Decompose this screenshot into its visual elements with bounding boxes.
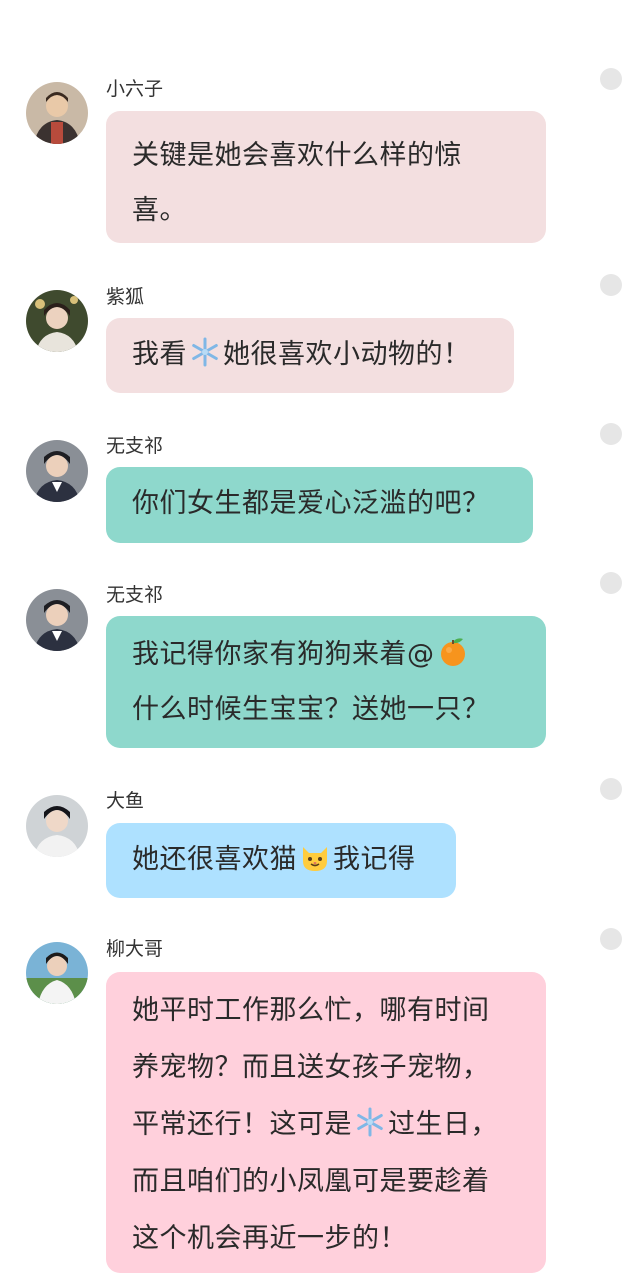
message-bubble[interactable]: 我记得你家有狗狗来着@ 什么时候生宝宝？送她一只？ <box>106 616 546 748</box>
more-options-dot[interactable] <box>600 68 622 90</box>
message-text: 平常还行！这可是 <box>132 1109 352 1140</box>
sender-name: 大鱼 <box>106 790 145 812</box>
more-options-dot[interactable] <box>600 274 622 296</box>
avatar[interactable] <box>26 440 88 502</box>
message-text: 我记得你家有狗狗来着@ <box>132 639 435 670</box>
sender-name: 无支祁 <box>106 435 164 457</box>
message-text: 你们女生都是爱心泛滥的吧？ <box>132 488 490 519</box>
avatar[interactable] <box>26 589 88 651</box>
avatar[interactable] <box>26 795 88 857</box>
avatar[interactable] <box>26 942 88 1004</box>
message-text: 她很喜欢小动物的！ <box>223 339 471 370</box>
snowflake-icon <box>354 1106 386 1138</box>
sender-name: 柳大哥 <box>106 938 164 960</box>
message-bubble[interactable]: 关键是她会喜欢什么样的惊 喜。 <box>106 111 546 243</box>
message-text: 我看 <box>132 339 187 370</box>
snowflake-icon <box>189 336 221 368</box>
message-text: 过生日， <box>388 1109 498 1140</box>
message-bubble[interactable]: 你们女生都是爱心泛滥的吧？ <box>106 467 533 543</box>
message-text: 我记得 <box>333 844 416 875</box>
more-options-dot[interactable] <box>600 778 622 800</box>
message-bubble[interactable]: 她平时工作那么忙，哪有时间 养宠物？而且送女孩子宠物， 平常还行！这可是 过生日，… <box>106 972 546 1273</box>
sender-name: 紫狐 <box>106 286 145 308</box>
message-bubble[interactable]: 我看 她很喜欢小动物的！ <box>106 318 514 393</box>
message-text: 而且咱们的小凤凰可是要趁着 <box>132 1166 490 1197</box>
more-options-dot[interactable] <box>600 572 622 594</box>
message-text: 她平时工作那么忙，哪有时间 <box>132 995 490 1026</box>
avatar[interactable] <box>26 290 88 352</box>
message-text: 她还很喜欢猫 <box>132 844 297 875</box>
avatar[interactable] <box>26 82 88 144</box>
sender-name: 小六子 <box>106 78 164 100</box>
message-text: 关键是她会喜欢什么样的惊 <box>132 140 462 171</box>
sender-name: 无支祁 <box>106 584 164 606</box>
more-options-dot[interactable] <box>600 423 622 445</box>
message-text: 什么时候生宝宝？送她一只？ <box>132 694 490 725</box>
message-text: 养宠物？而且送女孩子宠物， <box>132 1052 490 1083</box>
cat-face-icon <box>299 841 331 873</box>
message-text: 喜。 <box>132 195 187 226</box>
more-options-dot[interactable] <box>600 928 622 950</box>
tangerine-icon <box>437 636 469 668</box>
message-bubble[interactable]: 她还很喜欢猫 我记得 <box>106 823 456 898</box>
message-text: 这个机会再近一步的！ <box>132 1223 407 1254</box>
